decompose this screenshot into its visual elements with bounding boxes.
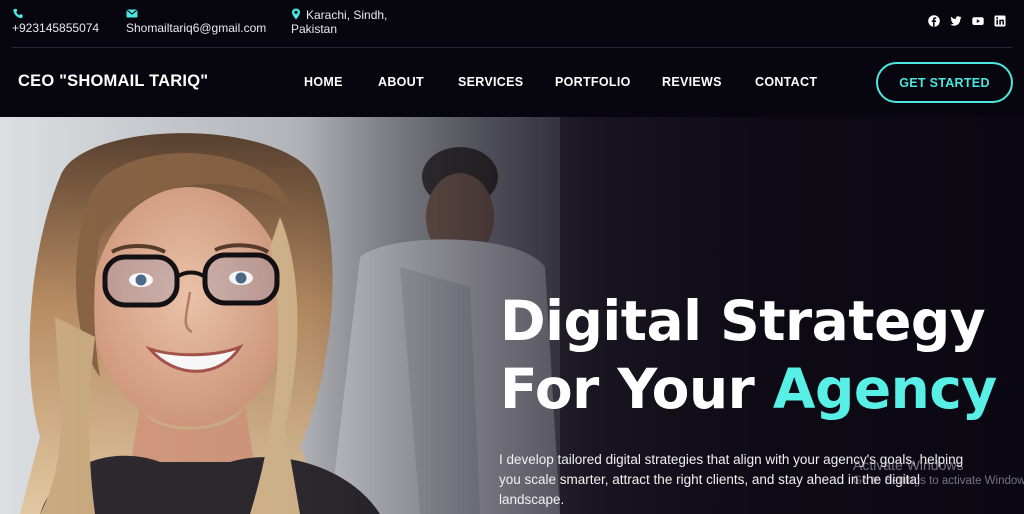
linkedin-icon[interactable] — [994, 14, 1006, 27]
youtube-icon[interactable] — [972, 14, 984, 26]
nav-item-portfolio[interactable]: PORTFOLIO — [555, 75, 631, 89]
location-line-2: Pakistan — [291, 22, 338, 36]
hero-title-prefix: For Your — [500, 357, 773, 421]
contact-email[interactable]: Shomailtariq6@gmail.com — [126, 8, 266, 35]
hero-title-line-1: Digital Strategy — [500, 289, 986, 353]
nav-item-reviews[interactable]: REVIEWS — [662, 75, 722, 89]
social-links — [928, 14, 1006, 27]
email-address: Shomailtariq6@gmail.com — [126, 21, 267, 35]
watermark-subtitle: Go to Settings to activate Windows. — [853, 475, 1024, 487]
watermark-title: Activate Windows — [853, 457, 964, 473]
hero-title-line-2: For Your Agency — [500, 355, 997, 423]
activate-windows-watermark: Activate Windows Go to Settings to activ… — [853, 457, 1024, 487]
nav-item-about[interactable]: ABOUT — [378, 75, 424, 89]
facebook-icon[interactable] — [928, 14, 940, 27]
hero-section: Digital Strategy For Your Agency I devel… — [0, 117, 1024, 514]
top-contact-bar: +923145855074 Shomailtariq6@gmail.com Ka… — [0, 0, 1024, 48]
twitter-icon[interactable] — [950, 14, 962, 26]
nav-item-contact[interactable]: CONTACT — [755, 75, 817, 89]
envelope-icon — [126, 9, 138, 18]
contact-phone[interactable]: +923145855074 — [12, 8, 99, 35]
phone-icon — [13, 8, 23, 19]
brand-logo-text[interactable]: CEO "SHOMAIL TARIQ" — [18, 72, 208, 91]
hero-title: Digital Strategy For Your Agency — [500, 287, 997, 423]
nav-item-home[interactable]: HOME — [304, 75, 343, 89]
map-pin-icon — [292, 8, 300, 20]
get-started-button[interactable]: GET STARTED — [876, 62, 1013, 103]
hero-title-accent: Agency — [772, 357, 997, 421]
phone-number: +923145855074 — [12, 21, 100, 35]
nav-item-services[interactable]: SERVICES — [458, 75, 523, 89]
main-navbar: CEO "SHOMAIL TARIQ" HOME ABOUT SERVICES … — [0, 48, 1024, 117]
location-line-1: Karachi, Sindh, — [306, 8, 388, 22]
contact-location: Karachi, Sindh, Pakistan — [291, 8, 387, 36]
